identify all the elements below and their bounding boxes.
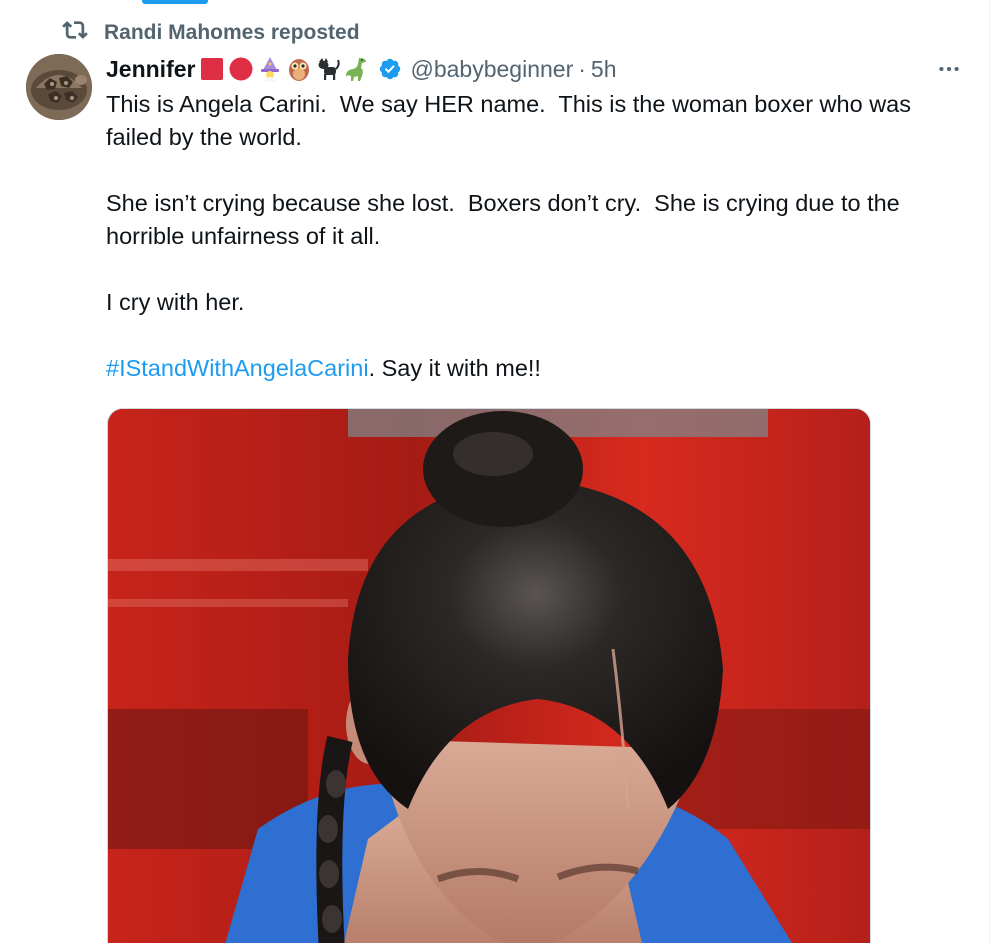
repost-context[interactable]: Randi Mahomes reposted	[62, 18, 360, 48]
tweet[interactable]: Jennifer @babybeginner · 5h This is Ange…	[106, 52, 966, 385]
hashtag-link[interactable]: #IStandWithAngelaCarini	[106, 355, 369, 381]
red-circle-icon	[228, 56, 254, 82]
tweet-timestamp[interactable]: 5h	[591, 56, 617, 83]
hashtag-suffix-text: . Say it with me!!	[368, 355, 541, 381]
red-square-icon	[199, 56, 225, 82]
tweet-paragraph: This is Angela Carini. We say HER name. …	[106, 91, 918, 150]
more-options-button[interactable]	[932, 52, 966, 86]
tweet-paragraph-hashtag: #IStandWithAngelaCarini. Say it with me!…	[106, 352, 966, 385]
tweet-paragraph: I cry with her.	[106, 289, 245, 315]
more-options-icon	[939, 66, 959, 72]
active-tab-indicator	[142, 0, 208, 4]
tweet-paragraph: She isn’t crying because she lost. Boxer…	[106, 190, 907, 249]
user-handle[interactable]: @babybeginner	[410, 56, 573, 83]
tweet-text: This is Angela Carini. We say HER name. …	[106, 88, 966, 385]
black-cat-icon	[315, 56, 341, 82]
dinosaur-icon	[344, 56, 370, 82]
avatar[interactable]	[26, 54, 92, 120]
name-emoji-badges	[199, 56, 370, 82]
verified-badge-icon[interactable]	[378, 57, 402, 81]
repost-card: Randi Mahomes reposted Jennifer @babybeg…	[0, 0, 990, 943]
repost-icon	[62, 17, 104, 49]
repost-label: Randi Mahomes reposted	[104, 21, 360, 44]
wizard-icon	[257, 56, 283, 82]
owl-icon	[286, 56, 312, 82]
display-name[interactable]: Jennifer	[106, 56, 195, 83]
meta-separator: ·	[578, 55, 586, 82]
tweet-header: Jennifer @babybeginner · 5h	[106, 52, 966, 86]
tweet-photo[interactable]	[107, 408, 871, 943]
